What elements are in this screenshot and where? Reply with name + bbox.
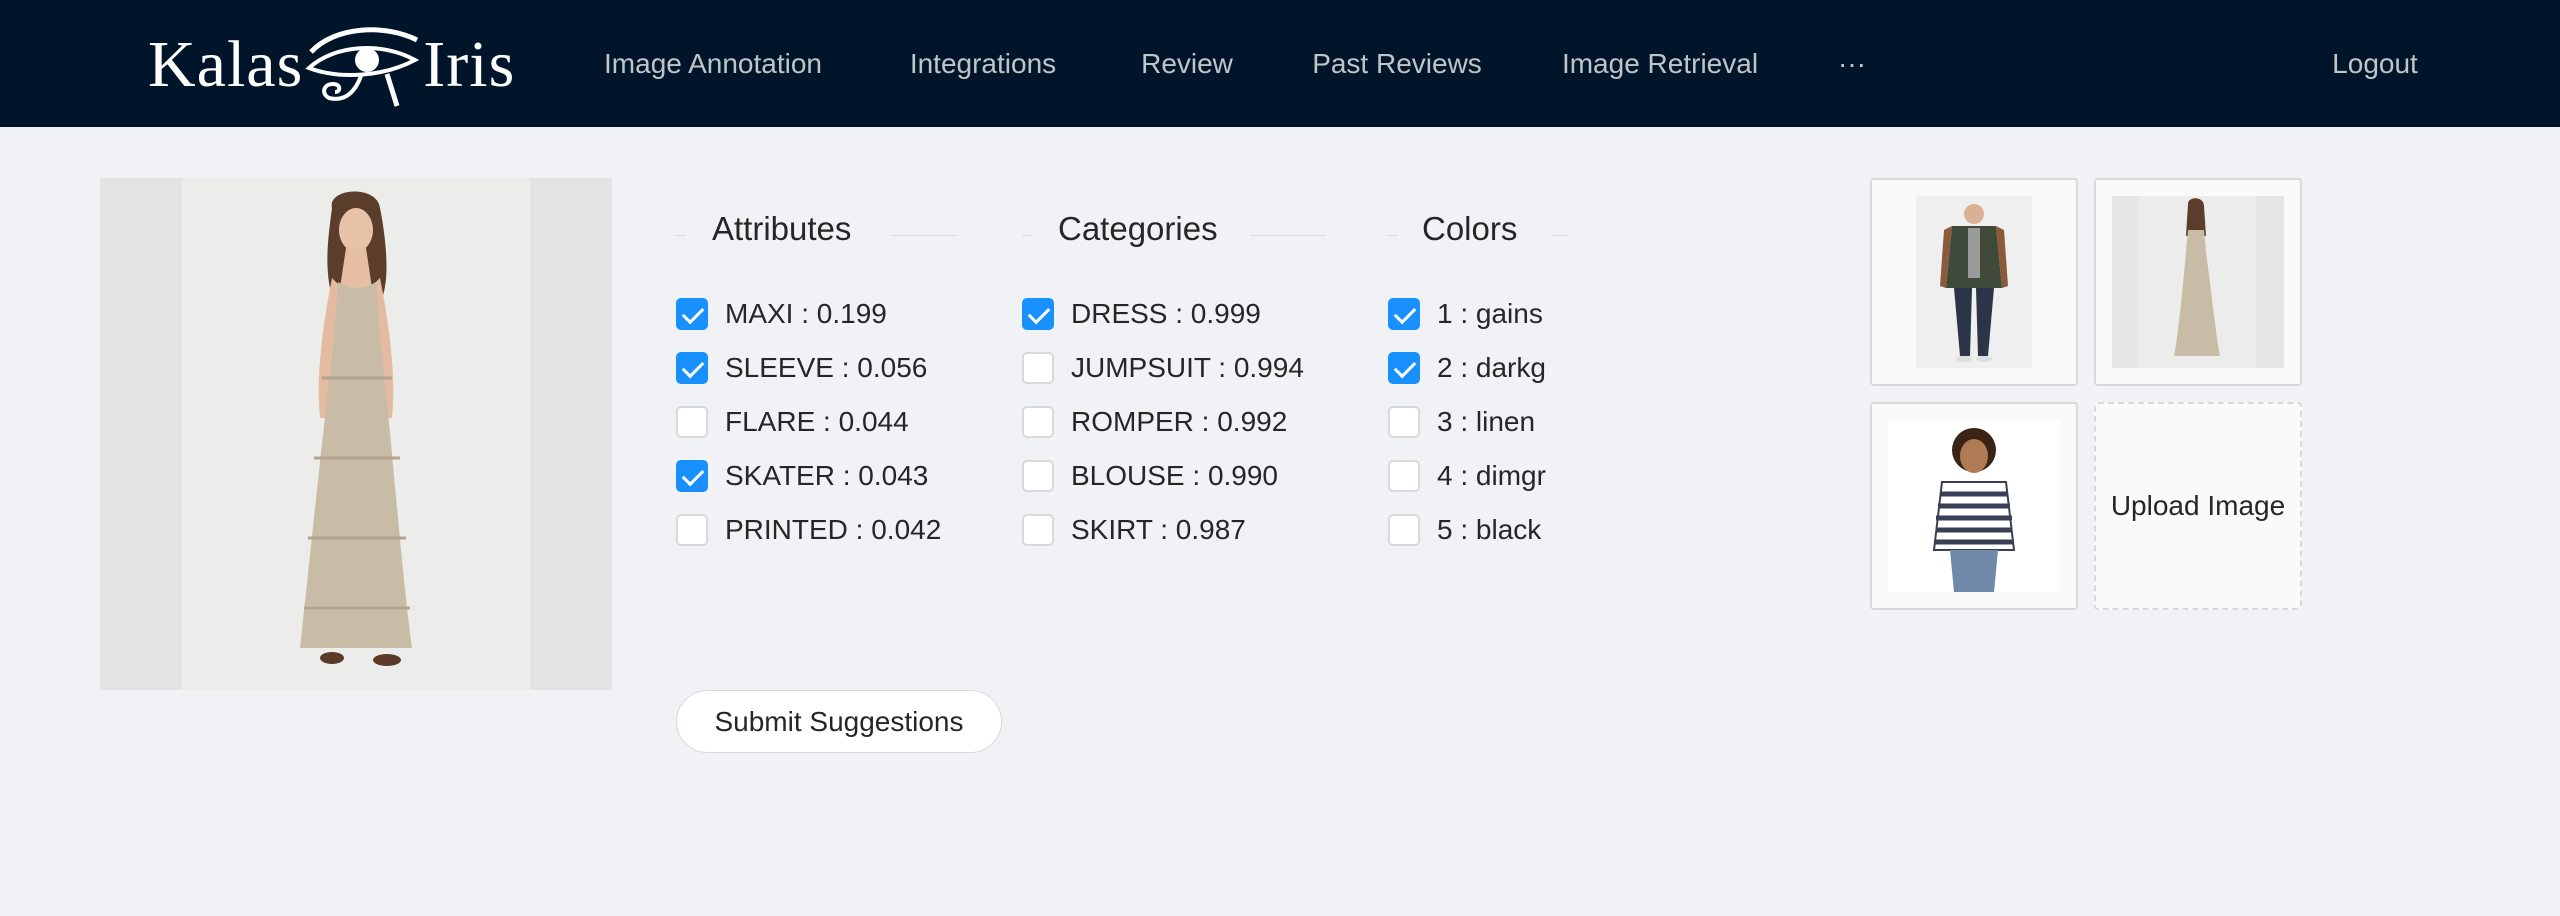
woman-in-maxi-dress-image <box>300 191 412 666</box>
color-label: 1 : gains <box>1437 298 1543 329</box>
logo-left-text: Kalas <box>148 28 304 101</box>
attribute-label: SKATER : 0.043 <box>725 460 929 491</box>
colors-divider-left <box>1388 235 1398 236</box>
attribute-label: FLARE : 0.044 <box>725 406 909 437</box>
checkbox[interactable] <box>1022 460 1054 492</box>
category-label: ROMPER : 0.992 <box>1071 406 1288 437</box>
nav-item-integrations[interactable]: Integrations <box>866 0 1100 127</box>
checkbox[interactable] <box>676 460 708 492</box>
main-image-backdrop <box>182 178 530 690</box>
nav-item-image-retrieval[interactable]: Image Retrieval <box>1520 0 1800 127</box>
upload-image-button[interactable]: Upload Image <box>2094 402 2302 610</box>
submit-suggestions-button[interactable]: Submit Suggestions <box>676 690 1002 753</box>
woman-in-maxi-dress-thumbnail <box>2112 196 2284 368</box>
category-option[interactable]: SKIRT : 0.987 <box>1022 510 1246 550</box>
attribute-option[interactable]: PRINTED : 0.042 <box>676 510 941 550</box>
thumbnail-striped-sweater[interactable] <box>1870 402 2078 610</box>
nav-more-ellipsis[interactable]: ··· <box>1800 0 1904 127</box>
category-label: JUMPSUIT : 0.994 <box>1071 352 1304 383</box>
category-label: SKIRT : 0.987 <box>1071 514 1246 545</box>
checkbox[interactable] <box>676 514 708 546</box>
kalas-iris-logo[interactable]: Kalas Iris <box>148 22 518 108</box>
color-option[interactable]: 5 : black <box>1388 510 1541 550</box>
attributes-divider-left <box>676 235 686 236</box>
checkbox[interactable] <box>1388 460 1420 492</box>
nav-item-review[interactable]: Review <box>1100 0 1274 127</box>
attribute-option[interactable]: SLEEVE : 0.056 <box>676 348 927 388</box>
logout-link[interactable]: Logout <box>2290 0 2460 127</box>
color-label: 4 : dimgr <box>1437 460 1546 491</box>
category-option[interactable]: JUMPSUIT : 0.994 <box>1022 348 1304 388</box>
checkbox[interactable] <box>1388 406 1420 438</box>
category-option[interactable]: DRESS : 0.999 <box>1022 294 1261 334</box>
category-option[interactable]: BLOUSE : 0.990 <box>1022 456 1278 496</box>
attributes-heading: Attributes <box>712 210 852 247</box>
colors-heading: Colors <box>1422 210 1518 247</box>
categories-divider-left <box>1022 235 1032 236</box>
checkbox[interactable] <box>1022 514 1054 546</box>
attribute-option[interactable]: MAXI : 0.199 <box>676 294 887 334</box>
checkbox[interactable] <box>1022 298 1054 330</box>
man-in-jacket-image <box>1916 196 2032 368</box>
thumbnail-man-jacket[interactable] <box>1870 178 2078 386</box>
color-option[interactable]: 2 : darkg <box>1388 348 1546 388</box>
nav-item-image-annotation[interactable]: Image Annotation <box>560 0 866 127</box>
checkbox[interactable] <box>1022 352 1054 384</box>
checkbox[interactable] <box>1022 406 1054 438</box>
category-label: DRESS : 0.999 <box>1071 298 1261 329</box>
categories-divider-right <box>1250 235 1326 236</box>
categories-heading: Categories <box>1058 210 1218 247</box>
checkbox[interactable] <box>1388 514 1420 546</box>
top-navigation-bar: Kalas Iris Image Annotation Integrations… <box>0 0 2560 127</box>
attribute-option[interactable]: SKATER : 0.043 <box>676 456 928 496</box>
category-label: BLOUSE : 0.990 <box>1071 460 1279 491</box>
checkbox[interactable] <box>676 298 708 330</box>
color-label: 2 : darkg <box>1437 352 1546 383</box>
attribute-option[interactable]: FLARE : 0.044 <box>676 402 909 442</box>
checkbox[interactable] <box>1388 298 1420 330</box>
color-label: 5 : black <box>1437 514 1542 545</box>
attribute-label: MAXI : 0.199 <box>725 298 887 329</box>
checkbox[interactable] <box>676 352 708 384</box>
color-option[interactable]: 3 : linen <box>1388 402 1535 442</box>
attribute-label: SLEEVE : 0.056 <box>725 352 928 383</box>
colors-divider-right <box>1552 235 1568 236</box>
color-option[interactable]: 1 : gains <box>1388 294 1543 334</box>
main-product-image <box>100 178 612 690</box>
thumbnail-maxi-dress[interactable] <box>2094 178 2302 386</box>
checkbox[interactable] <box>1388 352 1420 384</box>
category-option[interactable]: ROMPER : 0.992 <box>1022 402 1287 442</box>
color-option[interactable]: 4 : dimgr <box>1388 456 1546 496</box>
color-label: 3 : linen <box>1437 406 1536 437</box>
nav-item-past-reviews[interactable]: Past Reviews <box>1274 0 1520 127</box>
attribute-label: PRINTED : 0.042 <box>725 514 942 545</box>
eye-of-horus-icon <box>305 27 420 107</box>
woman-in-striped-sweater-image <box>1888 420 2060 592</box>
logo-right-text: Iris <box>423 28 516 101</box>
attributes-divider-right <box>892 235 956 236</box>
checkbox[interactable] <box>676 406 708 438</box>
